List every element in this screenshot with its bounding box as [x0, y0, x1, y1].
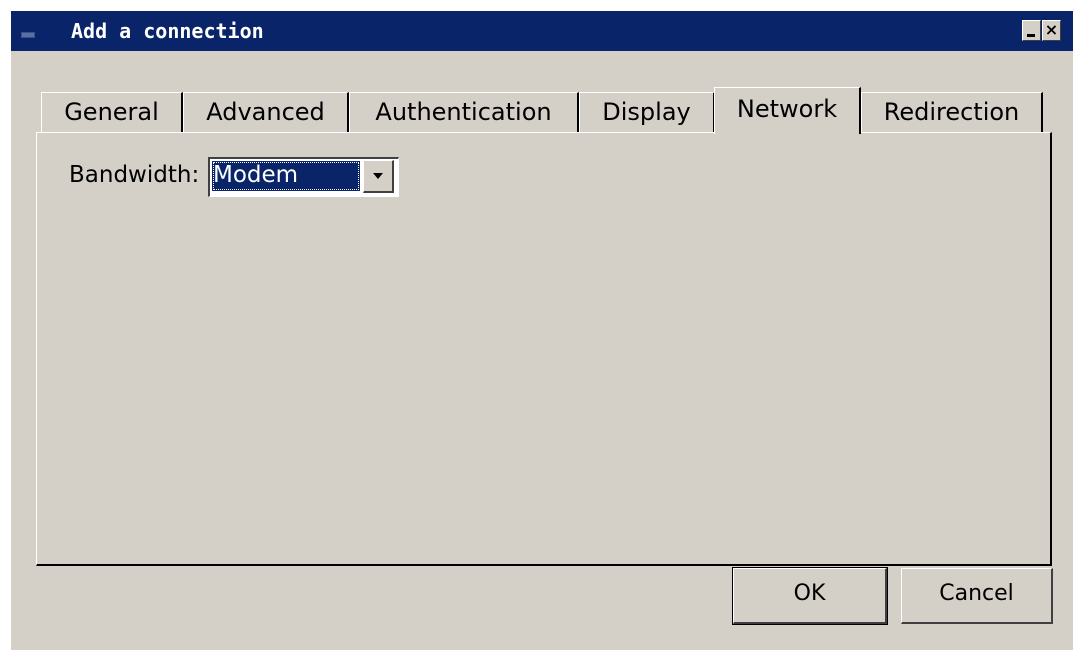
- chevron-down-icon: [373, 173, 383, 179]
- tab-label: Redirection: [883, 98, 1020, 126]
- window-icon[interactable]: [21, 32, 35, 38]
- tab-label: Advanced: [206, 98, 325, 126]
- tab-label: Display: [602, 98, 691, 126]
- close-icon: ×: [1044, 20, 1059, 39]
- window-title: Add a connection: [71, 19, 264, 43]
- tab-label: Authentication: [375, 98, 552, 126]
- bandwidth-select[interactable]: Modem: [208, 157, 399, 197]
- tab-general[interactable]: General: [41, 92, 183, 132]
- ok-button[interactable]: OK: [732, 567, 888, 625]
- tab-label: General: [64, 98, 159, 126]
- network-tab-panel: Bandwidth: Modem: [36, 132, 1052, 566]
- ok-button-label: OK: [793, 581, 826, 606]
- bandwidth-label: Bandwidth:: [69, 162, 200, 188]
- tab-advanced[interactable]: Advanced: [183, 92, 349, 132]
- tab-display[interactable]: Display: [579, 92, 715, 132]
- bandwidth-selected-value[interactable]: Modem: [212, 161, 360, 191]
- tab-label: Network: [736, 95, 838, 123]
- tab-redirection[interactable]: Redirection: [861, 92, 1043, 132]
- minimize-icon: [1027, 34, 1035, 37]
- title-bar[interactable]: Add a connection ×: [11, 11, 1073, 51]
- cancel-button[interactable]: Cancel: [901, 568, 1053, 624]
- close-button[interactable]: ×: [1042, 20, 1061, 41]
- minimize-button[interactable]: [1022, 20, 1041, 41]
- add-connection-dialog: Add a connection × General Advanced Auth…: [11, 11, 1073, 650]
- cancel-button-label: Cancel: [939, 581, 1014, 606]
- dropdown-button[interactable]: [363, 160, 394, 193]
- tab-network[interactable]: Network: [714, 87, 861, 134]
- tab-authentication[interactable]: Authentication: [349, 92, 579, 132]
